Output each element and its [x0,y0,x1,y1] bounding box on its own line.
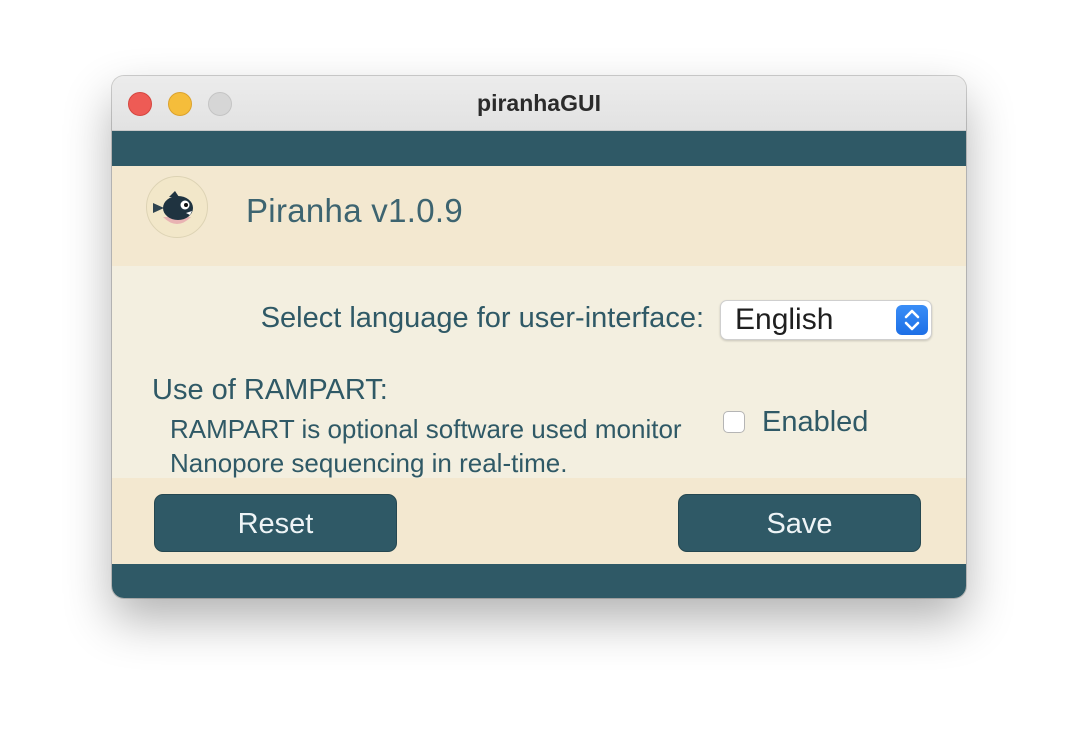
language-select[interactable]: English [720,300,932,340]
button-bar: Reset Save [112,478,966,564]
language-label: Select language for user-interface: [260,302,704,334]
rampart-description-line2: Nanopore sequencing in real-time. [170,448,568,478]
bottom-accent-band [112,564,966,598]
language-select-value: English [735,303,834,336]
reset-button[interactable]: Reset [154,494,397,552]
save-button[interactable]: Save [678,494,921,552]
top-accent-band [112,131,966,166]
app-header: Piranha v1.0.9 [112,166,966,266]
settings-panel: Select language for user-interface: Engl… [112,266,966,478]
rampart-section-title: Use of RAMPART: [152,374,388,406]
rampart-description: RAMPART is optional software used monito… [170,412,730,480]
piranha-logo-icon [146,176,208,238]
rampart-description-line1: RAMPART is optional software used monito… [170,414,682,444]
rampart-enabled-checkbox[interactable] [723,411,745,433]
window-title: piranhaGUI [477,90,601,116]
rampart-enabled-label[interactable]: Enabled [762,406,868,439]
app-window: piranhaGUI Piranha v1.0.9 Select languag… [112,76,966,598]
chevron-up-down-icon [896,305,928,335]
title-bar: piranhaGUI [112,76,966,131]
app-version: Piranha v1.0.9 [246,192,464,229]
